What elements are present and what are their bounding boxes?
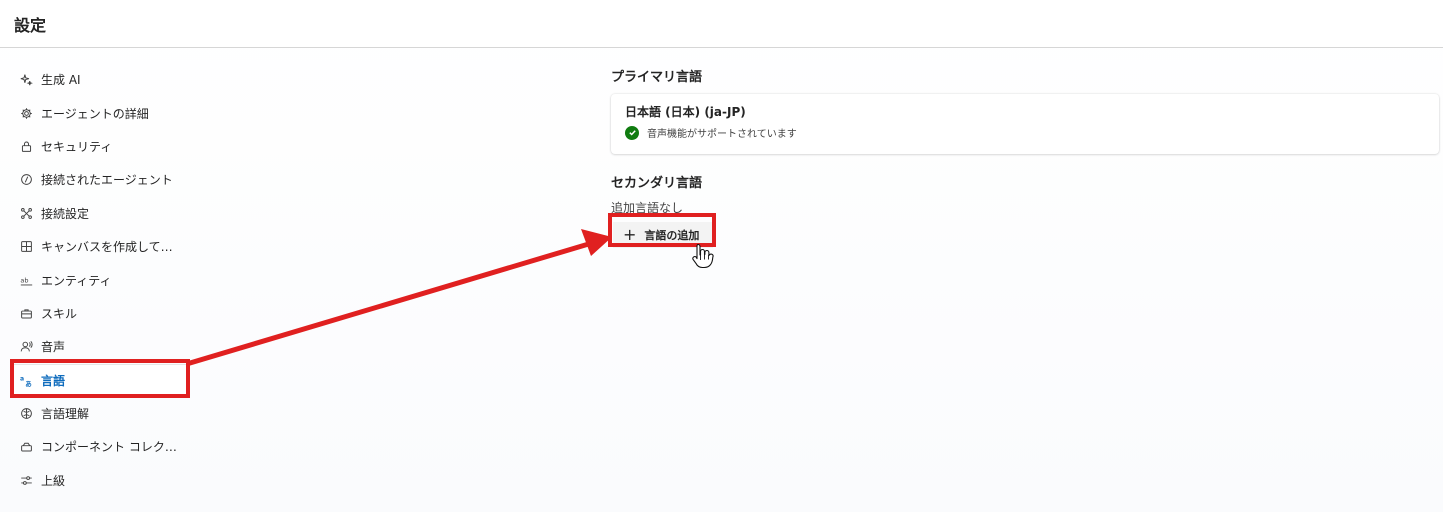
sidebar-item-security[interactable]: セキュリティ [10,130,190,163]
settings-sidebar: 生成 AI エージェントの詳細 セキュリティ 接続されたエージェント 接続設定 … [10,63,190,497]
gear-icon [19,106,33,120]
sidebar-item-voice[interactable]: 音声 [10,330,190,363]
abc-icon: ab [19,273,33,287]
secondary-language-title: セカンダリ言語 [611,176,703,191]
sidebar-item-language-understanding[interactable]: 言語理解 [10,397,190,430]
no-additional-languages-text: 追加言語なし [611,201,684,215]
sidebar-item-label: コンポーネント コレク… [41,440,177,455]
sidebar-item-label: 音声 [41,340,66,355]
sidebar-item-label: 言語 [41,373,66,388]
primary-language-card: 日本語 (日本) (ja-JP) 音声機能がサポートされています [611,94,1439,154]
plus-icon: + [623,225,637,244]
sidebar-item-label: 接続されたエージェント [41,173,173,188]
primary-language-name: 日本語 (日本) (ja-JP) [625,105,746,119]
primary-language-title: プライマリ言語 [611,70,703,85]
sidebar-item-connected-agents[interactable]: 接続されたエージェント [10,163,190,196]
briefcase-icon [19,306,33,320]
sidebar-item-label: 接続設定 [41,206,90,221]
grid-icon [19,240,33,254]
sidebar-item-language[interactable]: aあ 言語 [10,363,190,397]
voice-support-text: 音声機能がサポートされています [647,129,797,140]
sidebar-item-generative-ai[interactable]: 生成 AI [10,63,190,96]
hand-pointer-icon [692,243,714,269]
voice-icon [19,340,33,354]
sidebar-item-label: 生成 AI [41,73,81,88]
sidebar-item-label: キャンバスを作成して… [41,240,173,255]
sidebar-item-agent-details[interactable]: エージェントの詳細 [10,96,190,129]
lock-icon [19,139,33,153]
page-header: 設定 [0,0,1443,48]
sidebar-item-advanced[interactable]: 上級 [10,464,190,497]
voice-support-status: 音声機能がサポートされています [625,125,1425,140]
sidebar-item-create-canvas[interactable]: キャンバスを作成して… [10,230,190,263]
language-settings-panel: プライマリ言語 日本語 (日本) (ja-JP) 音声機能がサポートされています… [611,66,1439,248]
sliders-icon [19,473,33,487]
sparkle-icon [19,73,33,87]
page-title: 設定 [14,15,47,35]
sidebar-item-entities[interactable]: ab エンティティ [10,263,190,296]
add-language-label: 言語の追加 [644,229,700,242]
link-icon [19,173,33,187]
sidebar-item-label: 上級 [41,473,66,488]
sidebar-item-label: スキル [41,306,78,321]
sidebar-item-label: エンティティ [41,273,112,288]
sidebar-item-label: 言語理解 [41,407,90,422]
sidebar-item-label: エージェントの詳細 [41,106,149,121]
brain-icon [19,407,33,421]
check-circle-icon [625,125,639,140]
sidebar-item-label: セキュリティ [41,139,113,154]
svg-text:あ: あ [25,378,32,386]
component-icon [19,440,33,454]
svg-text:a: a [20,375,24,382]
svg-text:ab: ab [20,276,28,284]
translate-icon: aあ [19,373,33,387]
sidebar-item-connection-settings[interactable]: 接続設定 [10,197,190,230]
sidebar-item-skills[interactable]: スキル [10,297,190,330]
sidebar-item-component-collections[interactable]: コンポーネント コレク… [10,430,190,463]
connections-icon [19,206,33,220]
